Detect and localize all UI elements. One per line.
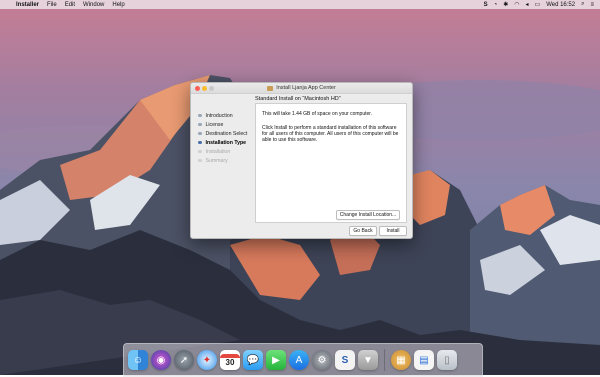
battery-icon[interactable]: ▭ (535, 1, 541, 8)
install-description-text: Click Install to perform a standard inst… (262, 125, 399, 144)
step-license: License (197, 120, 257, 129)
install-button[interactable]: Install (379, 226, 407, 236)
bluetooth-icon[interactable]: ✱ (503, 1, 508, 8)
menu-bar-status: S ◔ ✱ ◠ ◂ ▭ Wed 16:52 ⌕ ≡ (484, 1, 594, 8)
system-preferences-icon[interactable]: ⚙ (312, 350, 332, 370)
timemachine-icon[interactable]: ◔ (494, 2, 498, 8)
step-destination-select: Destination Select (197, 129, 257, 138)
step-introduction: Introduction (197, 111, 257, 120)
volume-icon[interactable]: ◂ (526, 1, 529, 8)
step-installation: Installation (197, 147, 257, 156)
installer-window: Install Ljanja App Center Standard Insta… (190, 82, 413, 239)
menu-window[interactable]: Window (83, 2, 104, 8)
installer-icon[interactable]: ▼ (358, 350, 378, 370)
menu-file[interactable]: File (47, 2, 57, 8)
messages-icon[interactable]: 💬 (243, 350, 263, 370)
scrivener-icon[interactable]: S (335, 350, 355, 370)
step-dot-icon (198, 122, 202, 127)
step-label: Installation Type (205, 139, 247, 146)
step-dot-icon (198, 131, 202, 136)
step-dot-icon (198, 149, 202, 154)
menu-clock[interactable]: Wed 16:52 (546, 2, 575, 8)
launchpad-icon[interactable]: ➚ (174, 350, 194, 370)
dock-separator (384, 349, 385, 371)
status-app-icon[interactable]: S (484, 2, 488, 8)
step-label: Destination Select (205, 130, 248, 137)
window-titlebar[interactable]: Install Ljanja App Center (191, 83, 412, 94)
trash-icon[interactable]: ▯ (437, 350, 457, 370)
window-title-group: Install Ljanja App Center (191, 83, 412, 93)
calendar-icon[interactable]: 30 (220, 350, 240, 370)
steps-sidebar: Introduction License Destination Select … (197, 111, 257, 165)
step-label: Summary (205, 157, 228, 164)
step-label: Installation (205, 148, 231, 155)
calendar-day: 30 (225, 357, 235, 367)
menu-bar: Installer File Edit Window Help S ◔ ✱ ◠ … (0, 0, 600, 9)
menu-edit[interactable]: Edit (65, 2, 75, 8)
step-dot-icon (198, 140, 202, 145)
wifi-icon[interactable]: ◠ (514, 1, 519, 8)
change-install-location-button[interactable]: Change Install Location... (336, 210, 400, 220)
dock: ☺ ◉ ➚ ✦ 30 💬 ▶ A ⚙ S ▼ ▦ ▤ ▯ (123, 343, 483, 377)
step-installation-type: Installation Type (197, 138, 257, 147)
siri-icon[interactable]: ◉ (151, 350, 171, 370)
menu-app-name[interactable]: Installer (16, 2, 39, 8)
finder-icon[interactable]: ☺ (128, 350, 148, 370)
menu-help[interactable]: Help (112, 2, 124, 8)
preview-icon[interactable]: ▤ (414, 350, 434, 370)
notification-center-icon[interactable]: ≡ (590, 2, 594, 8)
archive-icon[interactable]: ▦ (391, 350, 411, 370)
safari-icon[interactable]: ✦ (197, 350, 217, 370)
facetime-icon[interactable]: ▶ (266, 350, 286, 370)
go-back-button[interactable]: Go Back (349, 226, 377, 236)
space-required-text: This will take 1.44 GB of space on your … (262, 111, 373, 117)
step-label: Introduction (205, 112, 233, 119)
content-pane: This will take 1.44 GB of space on your … (255, 103, 407, 223)
install-header: Standard Install on “Macintosh HD” (255, 96, 341, 102)
step-label: License (205, 121, 224, 128)
package-icon (267, 85, 274, 91)
app-store-icon[interactable]: A (289, 350, 309, 370)
step-summary: Summary (197, 156, 257, 165)
step-dot-icon (198, 158, 202, 163)
window-title: Install Ljanja App Center (276, 85, 336, 91)
spotlight-icon[interactable]: ⌕ (581, 1, 584, 8)
step-dot-icon (198, 113, 202, 118)
